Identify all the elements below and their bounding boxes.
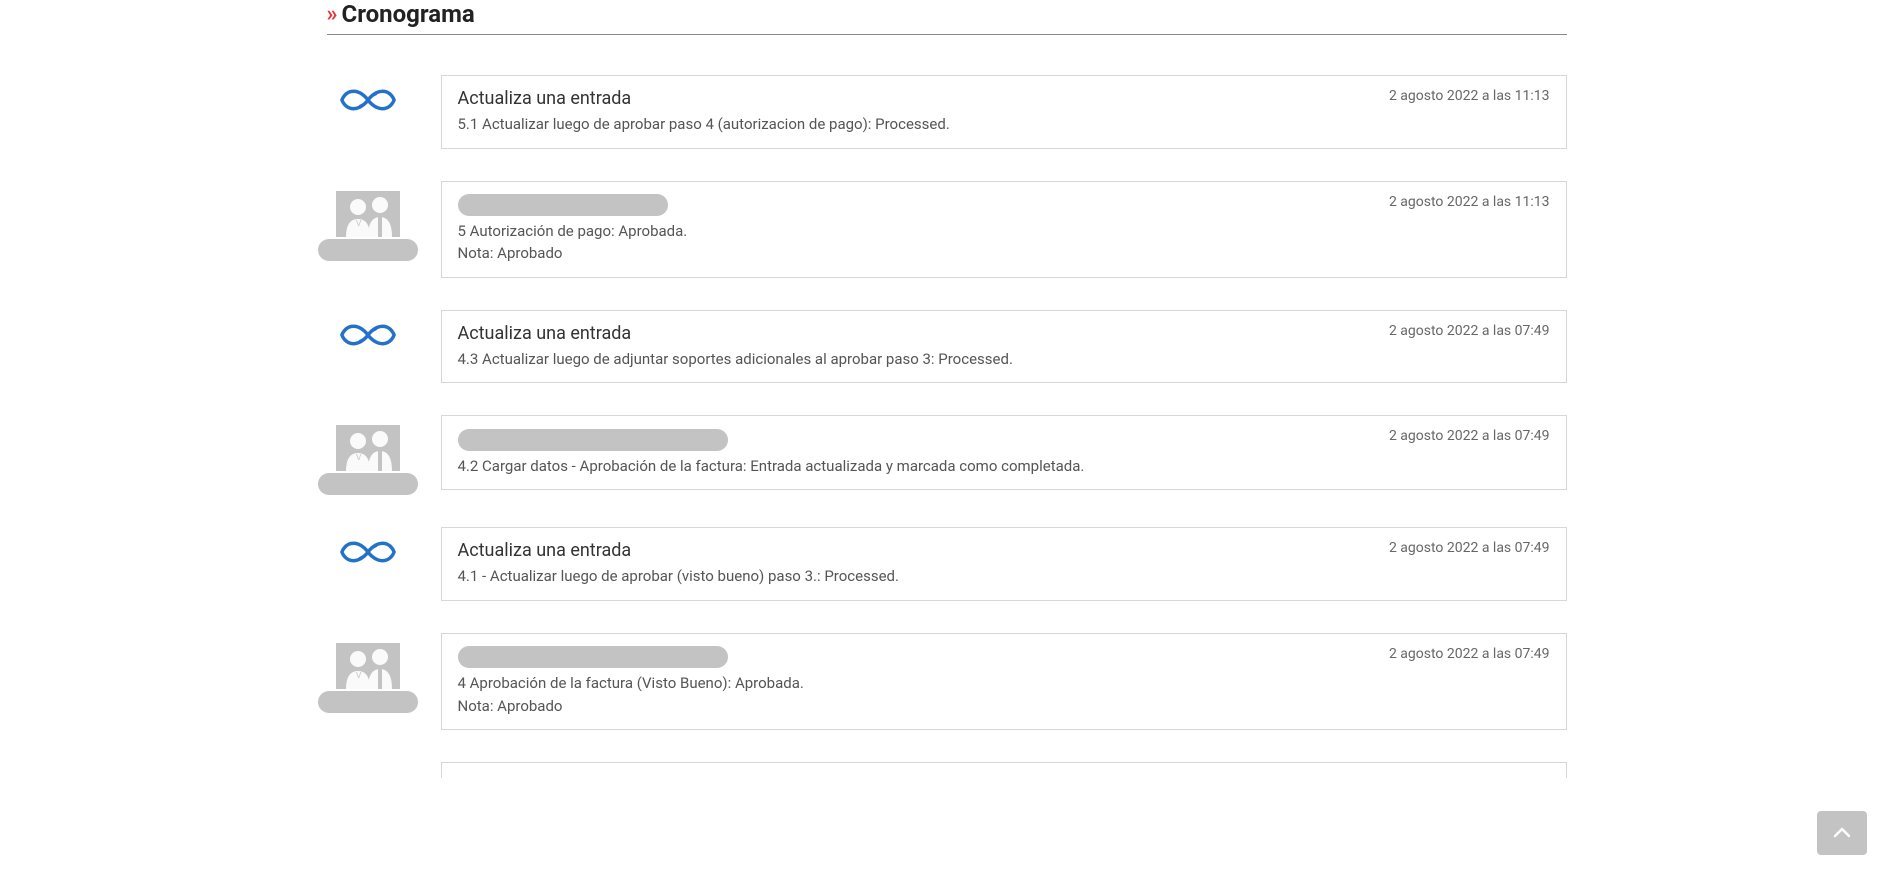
timeline-card: Actualiza una entrada 2 agosto 2022 a las… (441, 75, 1567, 149)
timeline-card-body: 4.2 Cargar datos - Aprobación de la fact… (458, 455, 1550, 478)
svg-text:V: V (356, 219, 362, 228)
timeline-card-title (458, 428, 728, 450)
timeline-card-date: 2 agosto 2022 a las 07:49 (1389, 323, 1550, 339)
timeline-card-date: 2 agosto 2022 a las 07:49 (1389, 428, 1550, 444)
user-avatar: V (327, 191, 409, 261)
timeline-avatar-col: V (327, 415, 409, 495)
section-header: » Cronograma (327, 0, 1567, 35)
timeline-partial-card (441, 762, 1567, 778)
timeline-card-date: 2 agosto 2022 a las 11:13 (1389, 194, 1550, 210)
timeline-avatar-col (327, 75, 409, 115)
timeline-card: 2 agosto 2022 a las 07:49 4 Aprobación de… (441, 633, 1567, 730)
redacted-title (458, 194, 668, 216)
timeline-card-header: Actualiza una entrada 2 agosto 2022 a las… (458, 540, 1550, 561)
people-silhouette-icon: V (338, 193, 398, 237)
timeline-item: Actualiza una entrada 2 agosto 2022 a las… (327, 75, 1567, 149)
timeline-avatar-col: V (327, 633, 409, 713)
timeline-card-body: 4.1 - Actualizar luego de aprobar (visto… (458, 565, 1550, 588)
user-name-redacted (318, 239, 418, 261)
timeline-card-title: Actualiza una entrada (458, 323, 632, 344)
scroll-to-top-button[interactable] (1817, 811, 1867, 855)
timeline-card: Actualiza una entrada 2 agosto 2022 a las… (441, 527, 1567, 601)
timeline-avatar-col (327, 310, 409, 350)
user-avatar: V (327, 425, 409, 495)
people-silhouette-icon: V (338, 427, 398, 471)
timeline-card-body: 4.3 Actualizar luego de adjuntar soporte… (458, 348, 1550, 371)
timeline-card-title (458, 194, 668, 216)
user-name-redacted (318, 691, 418, 713)
timeline-card-note: Nota: Aprobado (458, 695, 1550, 718)
timeline-card-date: 2 agosto 2022 a las 11:13 (1389, 88, 1550, 104)
user-name-redacted (318, 473, 418, 495)
timeline-avatar-col (327, 527, 409, 567)
timeline-card-date: 2 agosto 2022 a las 07:49 (1389, 540, 1550, 556)
timeline-card-date: 2 agosto 2022 a las 07:49 (1389, 646, 1550, 662)
timeline-card-body: 4 Aprobación de la factura (Visto Bueno)… (458, 672, 1550, 695)
timeline-card: 2 agosto 2022 a las 07:49 4.2 Cargar dato… (441, 415, 1567, 490)
timeline-card-note: Nota: Aprobado (458, 242, 1550, 265)
chevron-up-icon (1830, 821, 1854, 845)
timeline-card-title (458, 646, 728, 668)
timeline-card-body: 5 Autorización de pago: Aprobada. (458, 220, 1550, 243)
timeline-list: Actualiza una entrada 2 agosto 2022 a las… (327, 75, 1567, 730)
redacted-title (458, 646, 728, 668)
timeline-item: V 2 agosto 2022 a las 11:13 5 Autorizació… (327, 181, 1567, 278)
chevrons-icon: » (327, 2, 334, 27)
section-title: Cronograma (342, 0, 475, 28)
timeline-card: Actualiza una entrada 2 agosto 2022 a las… (441, 310, 1567, 384)
timeline-card-header: Actualiza una entrada 2 agosto 2022 a las… (458, 323, 1550, 344)
infinity-icon (339, 320, 397, 350)
timeline-item: Actualiza una entrada 2 agosto 2022 a las… (327, 310, 1567, 384)
redacted-title (458, 429, 728, 451)
svg-text:V: V (356, 453, 362, 462)
people-silhouette-icon: V (338, 645, 398, 689)
timeline-card-title: Actualiza una entrada (458, 88, 632, 109)
timeline-card: 2 agosto 2022 a las 11:13 5 Autorización … (441, 181, 1567, 278)
timeline-item: V 2 agosto 2022 a las 07:49 4.2 Cargar da… (327, 415, 1567, 495)
infinity-icon (339, 85, 397, 115)
svg-text:V: V (356, 671, 362, 680)
timeline-card-header: 2 agosto 2022 a las 07:49 (458, 428, 1550, 450)
infinity-icon (339, 537, 397, 567)
timeline-card-title: Actualiza una entrada (458, 540, 632, 561)
timeline-card-header: Actualiza una entrada 2 agosto 2022 a las… (458, 88, 1550, 109)
timeline-avatar-col: V (327, 181, 409, 261)
timeline-item: V 2 agosto 2022 a las 07:49 4 Aprobación … (327, 633, 1567, 730)
timeline-item: Actualiza una entrada 2 agosto 2022 a las… (327, 527, 1567, 601)
timeline-card-header: 2 agosto 2022 a las 11:13 (458, 194, 1550, 216)
user-avatar: V (327, 643, 409, 713)
timeline-card-body: 5.1 Actualizar luego de aprobar paso 4 (… (458, 113, 1550, 136)
timeline-card-header: 2 agosto 2022 a las 07:49 (458, 646, 1550, 668)
